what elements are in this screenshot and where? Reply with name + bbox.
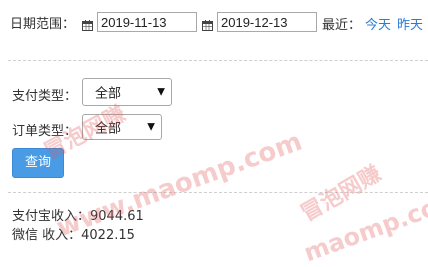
divider xyxy=(8,60,428,61)
caret-down-icon: ▼ xyxy=(147,121,155,133)
calendar-icon[interactable] xyxy=(202,16,213,35)
order-type-value: 全部 xyxy=(95,121,122,137)
start-date-input[interactable] xyxy=(97,12,197,32)
quick-link-today[interactable]: 今天 xyxy=(365,14,391,33)
end-date-input[interactable] xyxy=(217,12,317,32)
pay-type-select[interactable]: 全部 ▼ xyxy=(82,78,172,106)
wechat-income: 微信 收入：4022.15 xyxy=(12,228,135,243)
watermark: maomp.com xyxy=(300,184,428,267)
pay-type-value: 全部 xyxy=(95,86,122,102)
pay-type-label: 支付类型： xyxy=(12,89,78,104)
order-type-select[interactable]: 全部 ▼ xyxy=(82,114,162,140)
recent-label: 最近： xyxy=(322,18,362,33)
alipay-income: 支付宝收入：9044.61 xyxy=(12,209,144,224)
caret-down-icon: ▼ xyxy=(157,86,165,98)
date-range-label: 日期范围： xyxy=(10,17,76,32)
order-type-label: 订单类型： xyxy=(12,124,78,139)
quick-link-yesterday[interactable]: 昨天 xyxy=(397,14,423,33)
calendar-icon[interactable] xyxy=(82,16,93,35)
divider xyxy=(8,192,428,193)
query-button[interactable]: 查询 xyxy=(12,148,64,178)
